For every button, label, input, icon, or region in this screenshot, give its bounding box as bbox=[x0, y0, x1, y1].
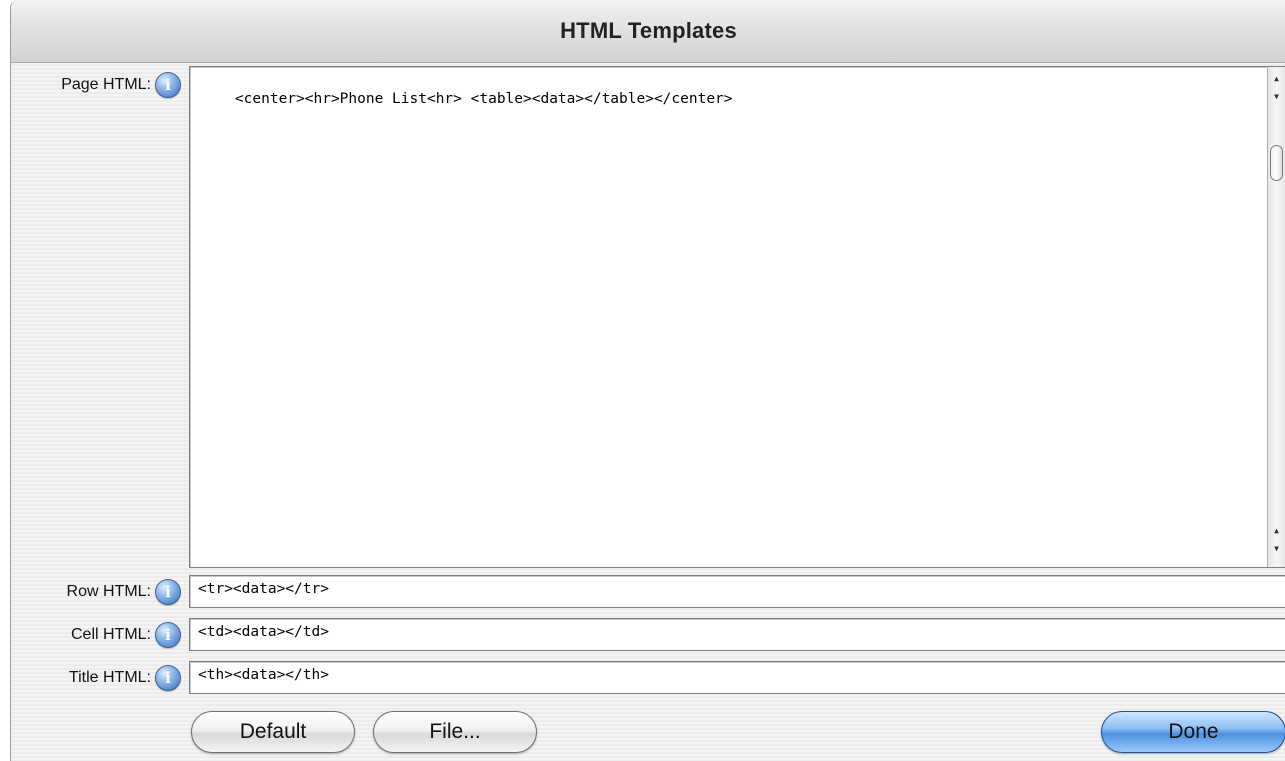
page-html-info-icon[interactable]: i bbox=[155, 72, 181, 98]
row-html-field[interactable]: <tr><data></tr> bbox=[189, 575, 1285, 608]
cell-html-field[interactable]: <td><data></td> bbox=[189, 618, 1285, 651]
scroll-up-arrow-bottom-icon[interactable]: ▲ bbox=[1268, 523, 1285, 537]
window-title: HTML Templates bbox=[560, 18, 737, 43]
scroll-down-arrow-icon[interactable]: ▼ bbox=[1268, 89, 1285, 103]
title-html-info-icon[interactable]: i bbox=[155, 665, 181, 691]
page-html-label: Page HTML: bbox=[61, 76, 151, 93]
row-html-label: Row HTML: bbox=[66, 583, 151, 600]
html-templates-window: HTML Templates Page HTML: i <center><hr>… bbox=[10, 0, 1285, 761]
done-button[interactable]: Done bbox=[1101, 711, 1285, 753]
scroll-thumb[interactable] bbox=[1270, 145, 1283, 181]
title-html-label: Title HTML: bbox=[68, 669, 151, 686]
default-button[interactable]: Default bbox=[191, 711, 355, 753]
scroll-up-arrow-icon[interactable]: ▲ bbox=[1268, 71, 1285, 85]
title-html-field[interactable]: <th><data></th> bbox=[189, 661, 1285, 694]
page-html-textarea[interactable]: <center><hr>Phone List<hr> <table><data>… bbox=[189, 66, 1285, 568]
page-html-value: <center><hr>Phone List<hr> <table><data>… bbox=[234, 91, 733, 107]
title-bar[interactable]: HTML Templates bbox=[11, 0, 1285, 63]
scroll-down-arrow-bottom-icon[interactable]: ▼ bbox=[1268, 541, 1285, 555]
row-html-info-icon[interactable]: i bbox=[155, 579, 181, 605]
page-html-scrollbar[interactable]: ▲ ▼ ▲ ▼ bbox=[1267, 67, 1285, 567]
cell-html-info-icon[interactable]: i bbox=[155, 622, 181, 648]
cell-html-label: Cell HTML: bbox=[70, 626, 151, 643]
file-button[interactable]: File... bbox=[373, 711, 537, 753]
